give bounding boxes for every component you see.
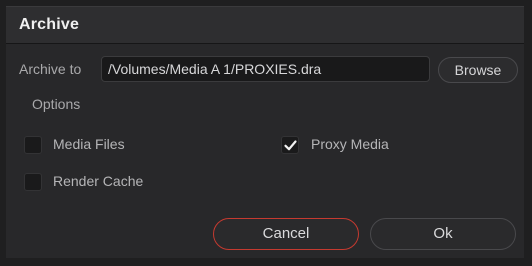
ok-button[interactable]: Ok <box>370 218 516 250</box>
dialog-titlebar: Archive <box>6 6 524 44</box>
dialog-title: Archive <box>19 16 80 33</box>
render-cache-checkbox[interactable] <box>24 173 42 191</box>
render-cache-label: Render Cache <box>53 173 144 189</box>
proxy-media-checkbox[interactable] <box>281 136 299 154</box>
cancel-button[interactable]: Cancel <box>213 218 359 250</box>
checkmark-icon <box>284 140 297 151</box>
archive-to-label: Archive to <box>19 61 82 77</box>
proxy-media-label: Proxy Media <box>311 136 389 152</box>
browse-button[interactable]: Browse <box>438 57 518 83</box>
media-files-checkbox[interactable] <box>24 136 42 154</box>
dialog-body: Archive to /Volumes/Media A 1/PROXIES.dr… <box>6 44 524 258</box>
archive-path-field[interactable]: /Volumes/Media A 1/PROXIES.dra <box>101 56 430 82</box>
archive-dialog: Archive Archive to /Volumes/Media A 1/PR… <box>0 0 532 266</box>
options-heading: Options <box>32 96 81 112</box>
media-files-label: Media Files <box>53 136 125 152</box>
